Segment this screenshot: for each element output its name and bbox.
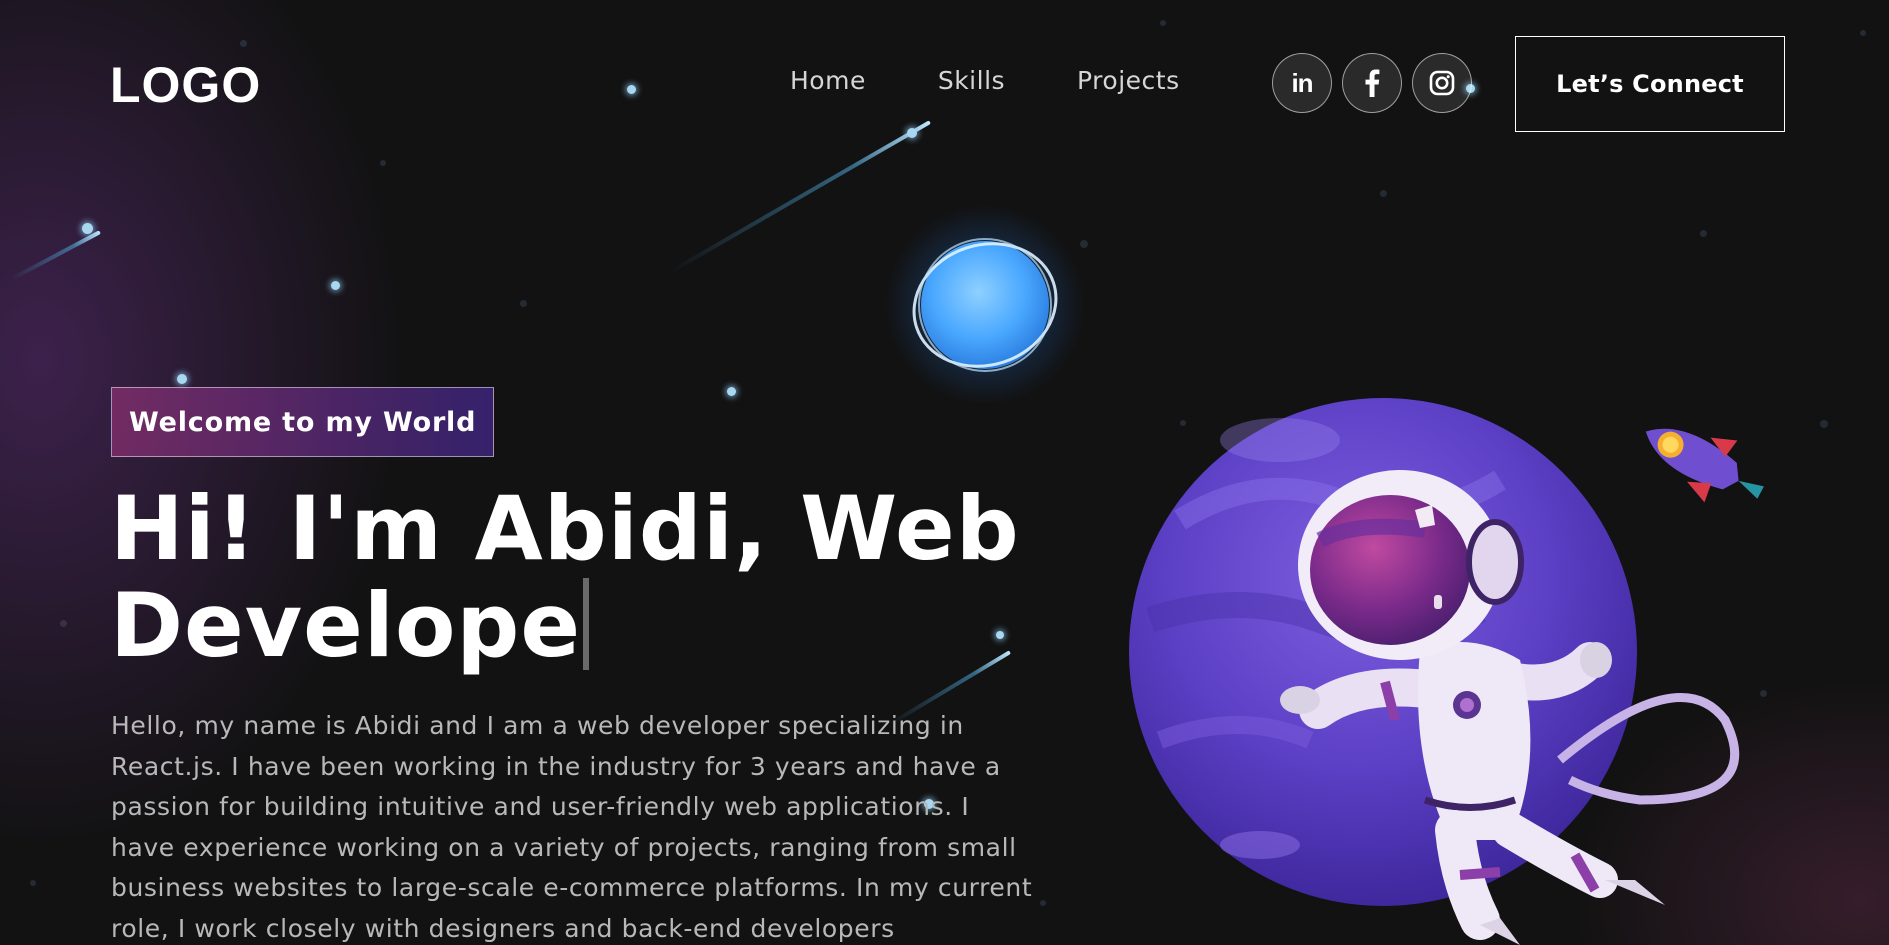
rocket-icon — [1645, 428, 1764, 503]
hero-headline: Hi! I'm Abidi, Web Develope — [110, 480, 1090, 674]
nav-links: Home Skills Projects — [790, 66, 1252, 95]
social-icons: in — [1272, 53, 1482, 113]
lets-connect-button[interactable]: Let’s Connect — [1515, 36, 1785, 132]
nav-link-projects[interactable]: Projects — [1077, 66, 1180, 95]
blue-orb-icon — [885, 205, 1085, 405]
instagram-button[interactable] — [1412, 53, 1472, 113]
top-navbar: LOGO Home Skills Projects in Let’s Conne… — [0, 0, 1889, 170]
instagram-icon — [1429, 70, 1455, 96]
hero-headline-text: Hi! I'm Abidi, Web Develope — [110, 477, 1020, 677]
facebook-icon — [1365, 69, 1380, 97]
hero-bio: Hello, my name is Abidi and I am a web d… — [111, 711, 1033, 943]
facebook-button[interactable] — [1342, 53, 1402, 113]
nav-link-skills[interactable]: Skills — [938, 66, 1005, 95]
site-logo[interactable]: LOGO — [110, 56, 261, 114]
linkedin-button[interactable]: in — [1272, 53, 1332, 113]
typing-cursor — [583, 578, 590, 670]
nav-link-home[interactable]: Home — [790, 66, 866, 95]
welcome-tagline: Welcome to my World — [111, 387, 495, 457]
page: LOGO Home Skills Projects in Let’s Conne… — [0, 0, 1889, 945]
linkedin-icon: in — [1291, 67, 1313, 98]
